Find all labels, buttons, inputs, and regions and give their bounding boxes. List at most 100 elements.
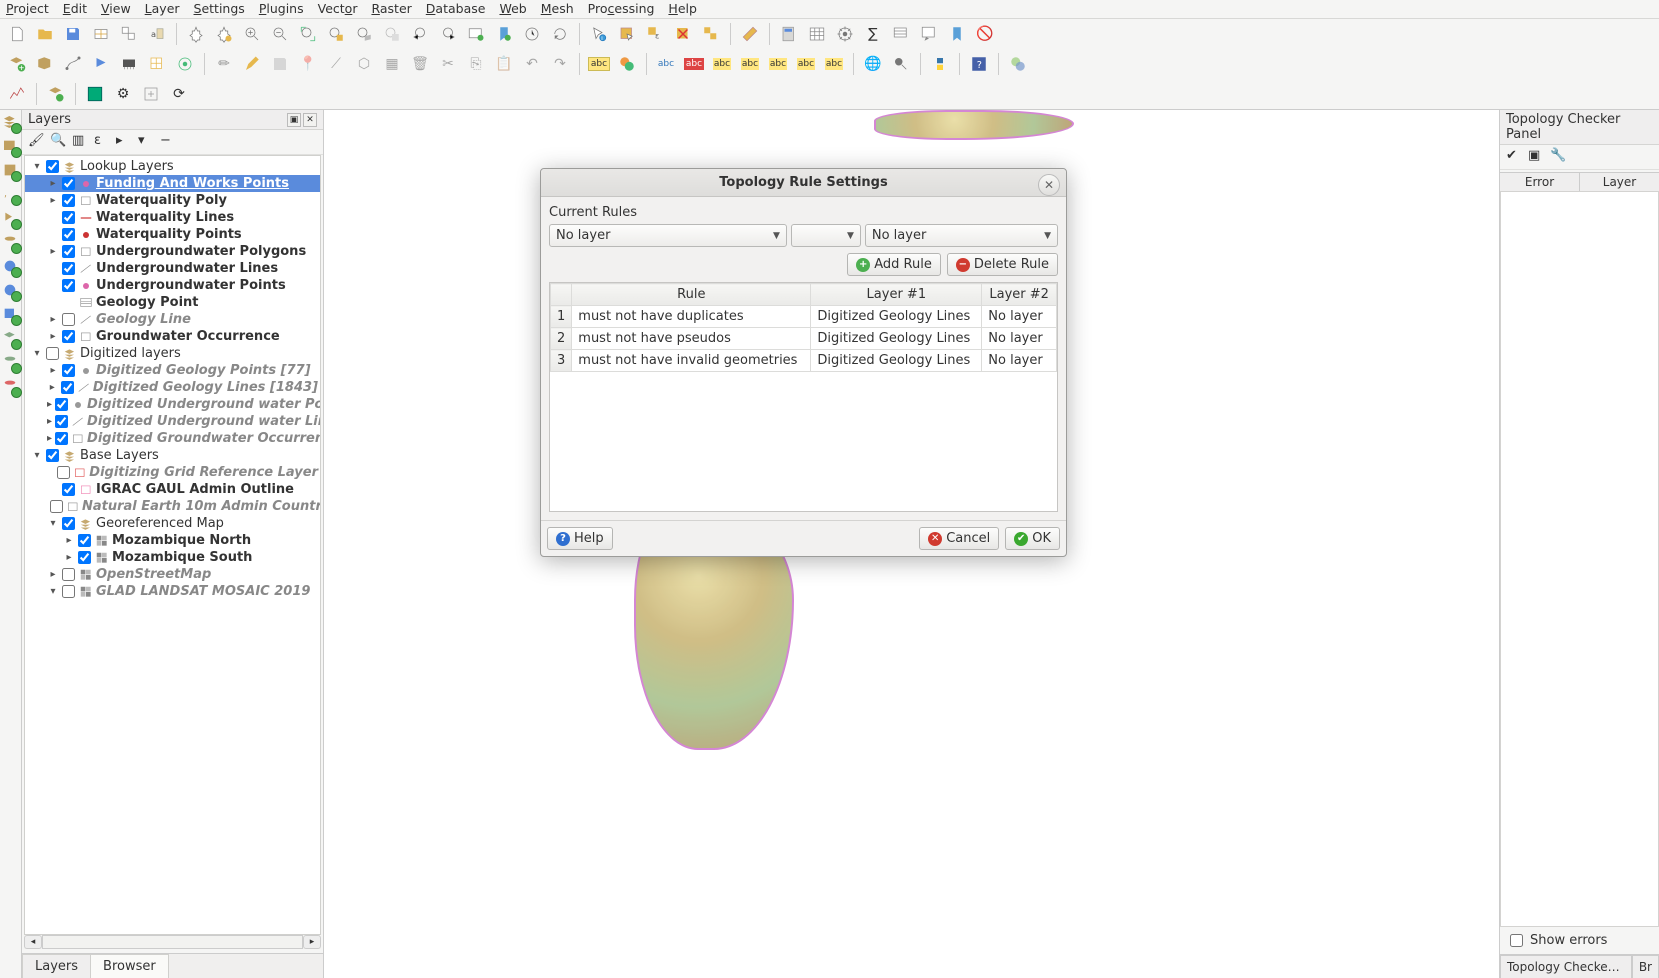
menu-web[interactable]: Web	[499, 1, 526, 16]
layer-visibility-checkbox[interactable]	[62, 279, 75, 292]
new-virtual-button[interactable]	[144, 51, 170, 77]
filter-visible-icon[interactable]: ▥	[72, 133, 90, 151]
layer-row[interactable]: ▸Digitized Underground water Points	[25, 396, 320, 413]
ok-button[interactable]: ✔OK	[1005, 527, 1060, 550]
add-spatialite-layer-icon[interactable]	[2, 210, 20, 228]
zoom-native-button[interactable]	[379, 21, 405, 47]
layer-row[interactable]: ▾Digitized layers	[25, 345, 320, 362]
layer-row[interactable]: ▸Digitized Groundwater Occurrence [	[25, 430, 320, 447]
layer-row[interactable]: ▸Digitized Geology Lines [1843]	[25, 379, 320, 396]
layer-visibility-checkbox[interactable]	[62, 245, 75, 258]
menu-plugins[interactable]: Plugins	[259, 1, 304, 16]
layer-row[interactable]: IGRAC GAUL Admin Outline	[25, 481, 320, 498]
add-vector-button[interactable]	[4, 51, 30, 77]
measure-button[interactable]	[737, 21, 763, 47]
add-rule-button[interactable]: +Add Rule	[847, 253, 941, 276]
zoom-full-button[interactable]	[295, 21, 321, 47]
new-memory-button[interactable]	[116, 51, 142, 77]
add-mesh-layer-icon[interactable]	[2, 162, 20, 180]
layer-visibility-checkbox[interactable]	[62, 313, 75, 326]
add-virtual-layer-icon[interactable]	[2, 330, 20, 348]
layout-manager-button[interactable]	[116, 21, 142, 47]
layer-row[interactable]: ▸Mozambique North	[25, 532, 320, 549]
rule-row[interactable]: 2must not have pseudosDigitized Geology …	[551, 328, 1057, 350]
zoom-in-button[interactable]	[239, 21, 265, 47]
label-highlight-button[interactable]: abc	[653, 51, 679, 77]
select-tool-button[interactable]	[614, 21, 640, 47]
layer-visibility-checkbox[interactable]	[61, 381, 74, 394]
menu-settings[interactable]: Settings	[194, 1, 245, 16]
new-project-button[interactable]	[4, 21, 30, 47]
identify-button[interactable]: i	[586, 21, 612, 47]
layer-row[interactable]: ▸Groundwater Occurrence	[25, 328, 320, 345]
tab-layers[interactable]: Layers	[22, 954, 91, 978]
expand-all-icon[interactable]: ▸	[116, 133, 134, 151]
rule-row[interactable]: 3must not have invalid geometriesDigitiz…	[551, 350, 1057, 372]
layer-visibility-checkbox[interactable]	[57, 466, 70, 479]
select-all-button[interactable]	[698, 21, 724, 47]
undo-button[interactable]: ↶	[519, 51, 545, 77]
collapse-all-icon[interactable]: ▾	[138, 133, 156, 151]
layers-tree[interactable]: ▾Lookup Layers▸Funding And Works Points▸…	[24, 155, 321, 935]
cut-features-button[interactable]: ✂	[435, 51, 461, 77]
settings-gear-button[interactable]: ⚙	[110, 81, 136, 107]
cancel-button[interactable]: ✕Cancel	[919, 527, 999, 550]
layer-visibility-checkbox[interactable]	[46, 160, 59, 173]
expression-filter-icon[interactable]: ε	[94, 133, 112, 151]
label-rotate-button[interactable]: abc	[765, 51, 791, 77]
topology-col-error[interactable]: Error	[1500, 173, 1580, 191]
topology-col-layer[interactable]: Layer	[1580, 173, 1659, 191]
layer-row[interactable]: ▸Digitized Underground water Lines [	[25, 413, 320, 430]
text-annotation-button[interactable]	[916, 21, 942, 47]
layer-row[interactable]: Waterquality Lines	[25, 209, 320, 226]
no-action-button[interactable]: 🚫	[972, 21, 998, 47]
label-show-button[interactable]: abc	[709, 51, 735, 77]
layer-row[interactable]: ▾Lookup Layers	[25, 158, 320, 175]
layer-row[interactable]: Digitizing Grid Reference Layer	[25, 464, 320, 481]
copy-features-button[interactable]: ⎘	[463, 51, 489, 77]
web-globe-button[interactable]: 🌐	[860, 51, 886, 77]
add-vector-layer-icon[interactable]	[2, 114, 20, 132]
help-button[interactable]: ?Help	[547, 527, 613, 550]
new-geopackage-button[interactable]	[32, 51, 58, 77]
layer-visibility-checkbox[interactable]	[55, 398, 68, 411]
add-delimited-layer-icon[interactable]: ,	[2, 186, 20, 204]
layer-row[interactable]: Waterquality Points	[25, 226, 320, 243]
pan-selection-button[interactable]	[211, 21, 237, 47]
layer-visibility-checkbox[interactable]	[62, 517, 75, 530]
zoom-out-button[interactable]	[267, 21, 293, 47]
add-feature-button[interactable]: 📍	[295, 51, 321, 77]
rules-table[interactable]: Rule Layer #1 Layer #2 1must not have du…	[549, 282, 1058, 512]
add-postgis-layer-icon[interactable]	[2, 234, 20, 252]
new-spatialite-button[interactable]	[88, 51, 114, 77]
layer-visibility-checkbox[interactable]	[62, 228, 75, 241]
layer-visibility-checkbox[interactable]	[46, 347, 59, 360]
dialog-close-button[interactable]: ✕	[1038, 174, 1060, 196]
add-group-button[interactable]	[43, 81, 69, 107]
add-mssql-layer-icon[interactable]	[2, 354, 20, 372]
layer-row[interactable]: ▸Waterquality Poly	[25, 192, 320, 209]
open-project-button[interactable]	[32, 21, 58, 47]
print-layout-button[interactable]	[88, 21, 114, 47]
layer-row[interactable]: Undergroundwater Points	[25, 277, 320, 294]
attribute-table-button[interactable]	[804, 21, 830, 47]
label-pin-button[interactable]: abc	[681, 51, 707, 77]
delete-selected-button[interactable]: 🗑	[407, 51, 433, 77]
menu-database[interactable]: Database	[426, 1, 486, 16]
add-xyz-layer-icon[interactable]	[2, 306, 20, 324]
add-raster-layer-icon[interactable]	[2, 138, 20, 156]
python-console-button[interactable]	[927, 51, 953, 77]
layer-visibility-checkbox[interactable]	[62, 364, 75, 377]
panel-close-button[interactable]: ✕	[303, 113, 317, 127]
vertex-tool-button[interactable]: ⬡	[351, 51, 377, 77]
zoom-next-button[interactable]	[435, 21, 461, 47]
show-errors-checkbox[interactable]	[1510, 934, 1523, 947]
layers-hscroll[interactable]: ◂▸	[24, 935, 321, 949]
add-wfs-layer-icon[interactable]	[2, 282, 20, 300]
new-map-view-button[interactable]	[463, 21, 489, 47]
style-manager-button[interactable]: a	[144, 21, 170, 47]
layer-row[interactable]: ▸OpenStreetMap	[25, 566, 320, 583]
layer-visibility-checkbox[interactable]	[78, 551, 91, 564]
layer1-combo[interactable]: No layer▼	[549, 224, 787, 247]
layer-visibility-checkbox[interactable]	[62, 330, 75, 343]
